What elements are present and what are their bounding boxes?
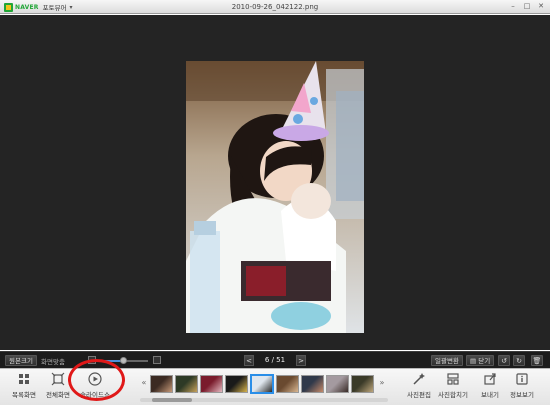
fullscreen-button[interactable]: 전체화면 (38, 372, 78, 404)
info-button[interactable]: 정보보기 (502, 372, 542, 404)
fit-screen-button[interactable]: 화면맞춤 (41, 356, 65, 366)
delete-icon[interactable]: 🗑 (531, 355, 543, 366)
slideshow-label: 슬라이드쇼 (80, 391, 110, 399)
prev-photo-button[interactable]: < (244, 355, 254, 366)
filmstrip-thumbnail[interactable] (150, 375, 173, 393)
thumbnail-list (150, 374, 378, 394)
filmstrip-thumbnail[interactable] (175, 375, 198, 393)
print-label: 닫기 (478, 357, 491, 365)
title-bar: NAVER 포토뷰어 ▾ 2010-09-26_042122.png – □ ✕ (0, 0, 550, 14)
displayed-photo (186, 61, 364, 333)
filmstrip-scroll-thumb[interactable] (152, 398, 192, 402)
rotate-right-icon[interactable]: ↻ (513, 355, 525, 366)
minimize-button[interactable]: – (508, 2, 518, 11)
print-button[interactable]: ▤ 닫기 (466, 355, 495, 366)
window-title: 2010-09-26_042122.png (231, 3, 319, 11)
original-size-button[interactable]: 원본크기 (5, 355, 37, 366)
merge-photo-label: 사진합치기 (438, 391, 468, 399)
merge-photo-button[interactable]: 사진합치기 (433, 372, 473, 404)
close-button[interactable]: ✕ (536, 2, 546, 11)
next-photo-button[interactable]: > (296, 355, 306, 366)
photo-image (186, 61, 364, 333)
info-label: 정보보기 (510, 391, 534, 399)
page-navigator: < 6 / 51 > (244, 355, 306, 366)
filmstrip-prev-button[interactable]: « (140, 378, 148, 387)
slideshow-button[interactable]: 슬라이드쇼 (75, 372, 115, 404)
magic-wand-icon (413, 373, 425, 385)
filmstrip-thumbnail[interactable] (276, 375, 299, 393)
filmstrip-thumbnail[interactable] (200, 375, 223, 393)
maximize-button[interactable]: □ (522, 2, 532, 11)
filmstrip-thumbnail[interactable] (250, 374, 274, 394)
filmstrip-thumbnail[interactable] (326, 375, 349, 393)
print-icon: ▤ (470, 357, 477, 365)
zoom-out-icon[interactable] (88, 356, 96, 364)
filmstrip-scrollbar[interactable] (140, 398, 388, 402)
rotate-left-icon[interactable]: ↺ (498, 355, 510, 366)
share-icon (484, 373, 496, 385)
grid-icon (19, 374, 29, 384)
filmstrip-next-button[interactable]: » (378, 378, 386, 387)
zoom-slider-handle[interactable] (120, 357, 127, 364)
info-icon (516, 373, 528, 385)
fullscreen-icon (51, 372, 65, 386)
photo-counter: 6 / 51 (264, 356, 286, 364)
play-icon (88, 372, 102, 386)
fullscreen-label: 전체화면 (46, 391, 70, 399)
filmstrip-thumbnail[interactable] (301, 375, 324, 393)
filmstrip: « » (140, 374, 388, 396)
filmstrip-thumbnail[interactable] (351, 375, 374, 393)
merge-icon (447, 373, 459, 385)
filmstrip-thumbnail[interactable] (225, 375, 248, 393)
bottom-toolbar: 목록화면 전체화면 슬라이드쇼 « » 사진편집 사진합치기 보내기 정보보기 (0, 368, 550, 405)
zoom-in-icon[interactable] (153, 356, 161, 364)
batch-convert-button[interactable]: 일괄변환 (431, 355, 463, 366)
view-control-bar: 원본크기 화면맞춤 < 6 / 51 > 일괄변환 ▤ 닫기 ↺ ↻ 🗑 (0, 351, 550, 368)
photo-viewer[interactable] (0, 15, 550, 350)
